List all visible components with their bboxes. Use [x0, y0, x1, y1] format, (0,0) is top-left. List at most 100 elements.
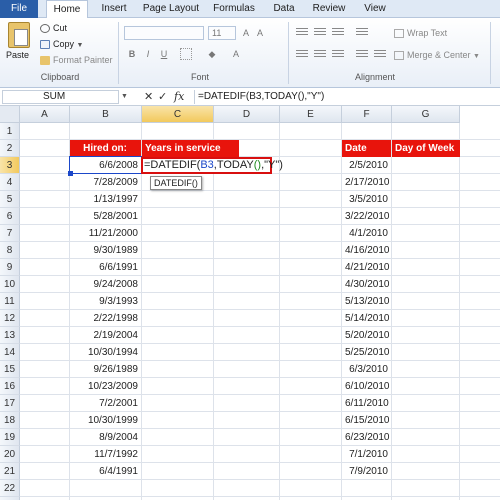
italic-button[interactable]: I [142, 48, 154, 60]
cancel-icon[interactable]: ✕ [144, 90, 153, 104]
tab-review[interactable]: Review [308, 0, 350, 18]
select-all-corner[interactable] [0, 106, 20, 123]
date-cell[interactable]: 6/11/2010 [342, 395, 391, 412]
date-cell[interactable]: 5/13/2010 [342, 293, 391, 310]
row-header-12[interactable]: 12 [0, 310, 20, 327]
column-header-g[interactable]: G [392, 106, 460, 123]
date-cell[interactable]: 6/23/2010 [342, 429, 391, 446]
align-center-icon[interactable] [314, 50, 326, 60]
hired-date-cell[interactable]: 11/7/1992 [70, 446, 141, 463]
row-header-19[interactable]: 19 [0, 429, 20, 446]
date-cell[interactable]: 7/1/2010 [342, 446, 391, 463]
fill-color-icon[interactable]: ◆ [206, 48, 218, 60]
column-header-a[interactable]: A [20, 106, 70, 123]
date-cell[interactable]: 4/16/2010 [342, 242, 391, 259]
column-header-f[interactable]: F [342, 106, 392, 123]
underline-button[interactable]: U [158, 48, 170, 60]
hired-date-cell[interactable]: 10/30/1994 [70, 344, 141, 361]
date-cell[interactable]: 2/17/2010 [342, 174, 391, 191]
borders-icon[interactable] [180, 48, 192, 60]
hired-date-cell[interactable]: 2/19/2004 [70, 327, 141, 344]
date-cell[interactable]: 5/20/2010 [342, 327, 391, 344]
row-header-11[interactable]: 11 [0, 293, 20, 310]
formula-input[interactable]: =DATEDIF(B3,TODAY(),"Y") [194, 90, 498, 104]
row-header-2[interactable]: 2 [0, 140, 20, 157]
row-header-5[interactable]: 5 [0, 191, 20, 208]
align-middle-icon[interactable] [314, 28, 326, 38]
header-years-in-service[interactable]: Years in service [142, 140, 239, 157]
hired-date-cell[interactable]: 2/22/1998 [70, 310, 141, 327]
row-header-18[interactable]: 18 [0, 412, 20, 429]
enter-icon[interactable]: ✓ [158, 90, 167, 104]
tab-view[interactable]: View [358, 0, 392, 18]
row-header-16[interactable]: 16 [0, 378, 20, 395]
tab-insert[interactable]: Insert [96, 0, 132, 18]
hired-date-cell[interactable]: 9/26/1989 [70, 361, 141, 378]
hired-date-cell[interactable]: 7/28/2009 [70, 174, 141, 191]
row-header-9[interactable]: 9 [0, 259, 20, 276]
paste-icon[interactable] [8, 22, 30, 48]
row-header-4[interactable]: 4 [0, 174, 20, 191]
hired-date-cell[interactable]: 10/30/1999 [70, 412, 141, 429]
column-header-e[interactable]: E [280, 106, 342, 123]
tab-data[interactable]: Data [268, 0, 300, 18]
row-header-15[interactable]: 15 [0, 361, 20, 378]
column-header-d[interactable]: D [214, 106, 280, 123]
date-cell[interactable]: 5/25/2010 [342, 344, 391, 361]
copy-button[interactable]: Copy ▼ [40, 38, 83, 50]
increase-indent-icon[interactable] [374, 50, 386, 60]
date-cell[interactable]: 3/5/2010 [342, 191, 391, 208]
date-cell[interactable]: 6/15/2010 [342, 412, 391, 429]
row-header-8[interactable]: 8 [0, 242, 20, 259]
font-name-box[interactable] [124, 26, 204, 40]
font-size-box[interactable]: 11 [208, 26, 236, 40]
function-tooltip[interactable]: DATEDIF() [150, 176, 202, 190]
align-bottom-icon[interactable] [332, 28, 344, 38]
date-cell[interactable]: 4/1/2010 [342, 225, 391, 242]
merge-center-button[interactable]: Merge & Center ▼ [394, 48, 480, 62]
row-header-1[interactable]: 1 [0, 123, 20, 140]
insert-function-button[interactable]: fx [174, 90, 184, 104]
row-header-7[interactable]: 7 [0, 225, 20, 242]
column-header-b[interactable]: B [70, 106, 142, 123]
chevron-down-icon[interactable]: ▼ [121, 93, 128, 100]
orientation-icon[interactable] [356, 28, 368, 38]
hired-date-cell[interactable]: 9/3/1993 [70, 293, 141, 310]
header-day-of-week[interactable]: Day of Week [392, 140, 460, 157]
grow-font-icon[interactable]: A [240, 27, 252, 39]
hired-date-cell[interactable]: 6/6/1991 [70, 259, 141, 276]
fill-handle[interactable] [68, 171, 73, 176]
row-header-21[interactable]: 21 [0, 463, 20, 480]
align-top-icon[interactable] [296, 28, 308, 38]
row-header-14[interactable]: 14 [0, 344, 20, 361]
tab-home[interactable]: Home [46, 0, 88, 19]
date-cell[interactable]: 7/9/2010 [342, 463, 391, 480]
date-cell[interactable]: 3/22/2010 [342, 208, 391, 225]
tab-page-layout[interactable]: Page Layout [140, 0, 202, 18]
hired-date-cell[interactable]: 9/30/1989 [70, 242, 141, 259]
hired-date-cell[interactable]: 8/9/2004 [70, 429, 141, 446]
row-header-17[interactable]: 17 [0, 395, 20, 412]
date-cell[interactable]: 5/14/2010 [342, 310, 391, 327]
cut-button[interactable]: Cut [40, 22, 67, 34]
hired-date-cell[interactable]: 5/28/2001 [70, 208, 141, 225]
tab-formulas[interactable]: Formulas [210, 0, 258, 18]
date-cell[interactable]: 4/21/2010 [342, 259, 391, 276]
align-right-icon[interactable] [332, 50, 344, 60]
paste-button[interactable]: Paste [6, 50, 29, 60]
tab-file[interactable]: File [0, 0, 38, 18]
header-hired-on[interactable]: Hired on: [70, 140, 141, 157]
hired-date-cell[interactable]: 11/21/2000 [70, 225, 141, 242]
row-header-10[interactable]: 10 [0, 276, 20, 293]
name-box[interactable]: SUM [2, 90, 119, 104]
row-header-20[interactable]: 20 [0, 446, 20, 463]
shrink-font-icon[interactable]: A [254, 27, 266, 39]
decrease-indent-icon[interactable] [356, 50, 368, 60]
wrap-text-button[interactable]: Wrap Text [394, 26, 447, 40]
row-header-6[interactable]: 6 [0, 208, 20, 225]
date-cell[interactable]: 6/10/2010 [342, 378, 391, 395]
header-date[interactable]: Date [342, 140, 391, 157]
column-header-c[interactable]: C [142, 106, 214, 123]
row-header-13[interactable]: 13 [0, 327, 20, 344]
font-color-icon[interactable]: A [230, 48, 242, 60]
